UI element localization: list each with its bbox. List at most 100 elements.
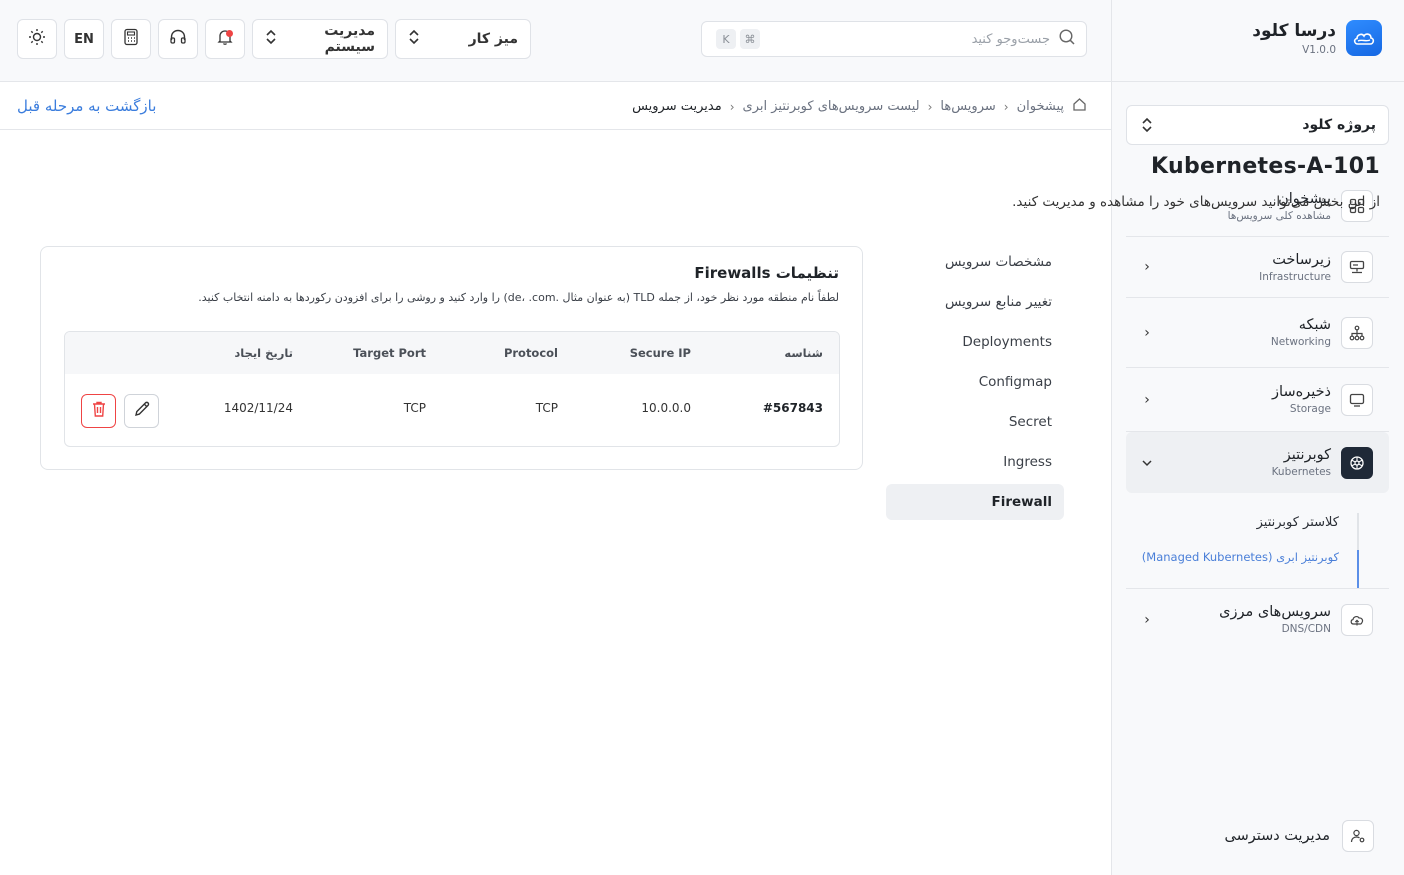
delete-button[interactable] <box>81 394 116 428</box>
sidebar-item-subtitle: Kubernetes <box>1271 466 1331 478</box>
cell-id: #567843 <box>762 401 823 415</box>
table-header: شناسه Secure IP Protocol Target Port تار… <box>65 332 839 374</box>
updown-chevron-icon <box>1141 117 1153 133</box>
user-settings-icon <box>1342 820 1374 852</box>
sidebar-item-title: زیرساخت <box>1272 251 1331 268</box>
cloud-logo-icon <box>1346 20 1382 56</box>
tab-deployments[interactable]: Deployments <box>886 324 1064 360</box>
sidebar-item-kubernetes[interactable]: کوبرنتیز Kubernetes <box>1126 432 1389 493</box>
system-admin-select[interactable]: مدیریت سیستم <box>252 19 388 59</box>
headphones-icon <box>169 28 187 50</box>
header-target-port: Target Port <box>353 346 426 360</box>
breadcrumb-item-dashboard[interactable]: پیشخوان <box>1017 99 1064 114</box>
table-row: #567843 10.0.0.0 TCP TCP 1402/11/24 <box>65 374 839 446</box>
pencil-icon <box>133 400 151 422</box>
tab-change-resources[interactable]: تغییر منابع سرویس <box>886 284 1064 320</box>
sidebar-item-access-management[interactable]: مدیریت دسترسی <box>1224 820 1374 852</box>
sidebar-item-infrastructure[interactable]: زیرساخت Infrastructure ‹ <box>1126 237 1389 298</box>
cell-created: 1402/11/24 <box>223 401 293 415</box>
sidebar-item-subtitle: مشاهده کلی سرویس‌ها <box>1227 209 1331 222</box>
chevron-left-icon: ‹ <box>1144 259 1150 275</box>
header-created: تاریخ ایجاد <box>234 346 293 360</box>
chevron-down-icon <box>1140 455 1154 471</box>
chevron-left-icon: ‹ <box>1144 391 1150 408</box>
breadcrumb-item-current: مدیریت سرویس <box>632 99 722 114</box>
home-icon[interactable] <box>1072 97 1087 116</box>
sidebar-item-subtitle: DNS/CDN <box>1281 623 1331 635</box>
kubernetes-icon <box>1341 446 1373 479</box>
calculator-button[interactable] <box>111 19 151 59</box>
sidebar-item-subtitle: Infrastructure <box>1259 270 1331 283</box>
sidebar-divider <box>1111 81 1404 82</box>
server-icon <box>1341 251 1373 283</box>
calculator-icon <box>123 28 139 50</box>
chevron-left-icon: ‹ <box>927 99 933 114</box>
firewall-table: شناسه Secure IP Protocol Target Port تار… <box>64 331 840 447</box>
tab-configmap[interactable]: Configmap <box>886 364 1064 400</box>
kubernetes-subnav: کلاستر کوبرنتیز کوبرنتیز ابری (Managed K… <box>1126 493 1389 589</box>
breadcrumb-bar: پیشخوان ‹ سرویس‌ها ‹ لیست سرویس‌های کوبر… <box>0 82 1111 130</box>
kbd-cmd: ⌘ <box>740 29 760 49</box>
theme-toggle-button[interactable] <box>17 19 57 59</box>
card-description: لطفاً نام منطقه مورد نظر خود، از جمله TL… <box>198 291 839 304</box>
chevron-left-icon: ‹ <box>1144 324 1150 341</box>
sidebar-item-storage[interactable]: ذخیره‌ساز Storage ‹ <box>1126 368 1389 432</box>
topbar: EN مدیریت سیستم میز کار ⌘ K <box>0 0 1111 82</box>
cloud-icon <box>1341 603 1373 636</box>
system-admin-label: مدیریت سیستم <box>324 23 375 55</box>
tab-secret[interactable]: Secret <box>886 404 1064 440</box>
tab-ingress[interactable]: Ingress <box>886 444 1064 480</box>
breadcrumb: پیشخوان ‹ سرویس‌ها ‹ لیست سرویس‌های کوبر… <box>632 97 1087 116</box>
support-button[interactable] <box>158 19 198 59</box>
sidebar-nav: پیشخوان مشاهده کلی سرویس‌ها زیرساخت Infr… <box>1126 176 1389 650</box>
header-secure-ip: Secure IP <box>629 346 691 360</box>
subnav-item-managed-kubernetes[interactable]: کوبرنتیز ابری (Managed Kubernetes) <box>1126 540 1359 574</box>
brand-version: V1.0.0 <box>1302 43 1336 56</box>
workspace-select[interactable]: میز کار <box>395 19 531 59</box>
breadcrumb-item-k8s-list[interactable]: لیست سرویس‌های کوبرنتیز ابری <box>743 99 920 114</box>
subnav-active-indicator <box>1357 550 1359 589</box>
sidebar: درسا کلود V1.0.0 پروژه کلود پیشخوان مشاه… <box>1111 0 1404 875</box>
header-protocol: Protocol <box>503 346 558 360</box>
subnav-item-kubernetes-cluster[interactable]: کلاستر کوبرنتیز <box>1126 505 1359 540</box>
updown-chevron-icon <box>408 29 420 49</box>
project-select-label: پروژه کلود <box>1302 117 1376 133</box>
back-link[interactable]: بازگشت به مرحله قبل <box>17 97 156 115</box>
workspace-label: میز کار <box>468 31 518 47</box>
breadcrumb-item-services[interactable]: سرویس‌ها <box>940 99 995 114</box>
storage-icon <box>1341 383 1373 416</box>
network-icon <box>1341 316 1373 349</box>
tab-firewall[interactable]: Firewall <box>886 484 1064 520</box>
chevron-left-icon: ‹ <box>729 99 735 114</box>
sidebar-item-title: کوبرنتیز <box>1283 447 1331 463</box>
project-select[interactable]: پروژه کلود <box>1126 105 1389 145</box>
brand-name: درسا کلود <box>1252 20 1336 41</box>
page-title: Kubernetes-A-101 <box>1151 154 1380 179</box>
sidebar-item-title: سرویس‌های مرزی <box>1219 604 1331 620</box>
cell-secure-ip: 10.0.0.0 <box>641 401 691 415</box>
sidebar-item-title: شبکه <box>1298 317 1331 333</box>
language-button[interactable]: EN <box>64 19 104 59</box>
cell-target-port: TCP <box>403 401 426 415</box>
notification-dot <box>226 30 233 37</box>
tab-service-details[interactable]: مشخصات سرویس <box>886 244 1064 280</box>
kbd-k: K <box>716 29 736 49</box>
updown-chevron-icon <box>265 29 277 49</box>
brand[interactable]: درسا کلود V1.0.0 <box>1252 20 1382 56</box>
chevron-left-icon: ‹ <box>1003 99 1009 114</box>
search-input[interactable] <box>760 31 1050 47</box>
sidebar-item-subtitle: Networking <box>1270 336 1331 348</box>
access-management-label: مدیریت دسترسی <box>1224 828 1330 844</box>
sidebar-item-subtitle: Storage <box>1289 403 1331 415</box>
sidebar-item-edge-services[interactable]: سرویس‌های مرزی DNS/CDN ‹ <box>1126 588 1389 650</box>
search-box[interactable]: ⌘ K <box>701 21 1087 57</box>
edit-button[interactable] <box>124 394 159 428</box>
sidebar-item-title: ذخیره‌ساز <box>1272 384 1331 400</box>
cell-protocol: TCP <box>535 401 558 415</box>
service-tabs: مشخصات سرویس تغییر منابع سرویس Deploymen… <box>886 244 1064 524</box>
trash-icon <box>91 400 107 422</box>
sidebar-item-networking[interactable]: شبکه Networking ‹ <box>1126 298 1389 368</box>
card-title: تنظیمات Firewalls <box>694 264 839 282</box>
notifications-button[interactable] <box>205 19 245 59</box>
sun-icon <box>28 28 46 50</box>
